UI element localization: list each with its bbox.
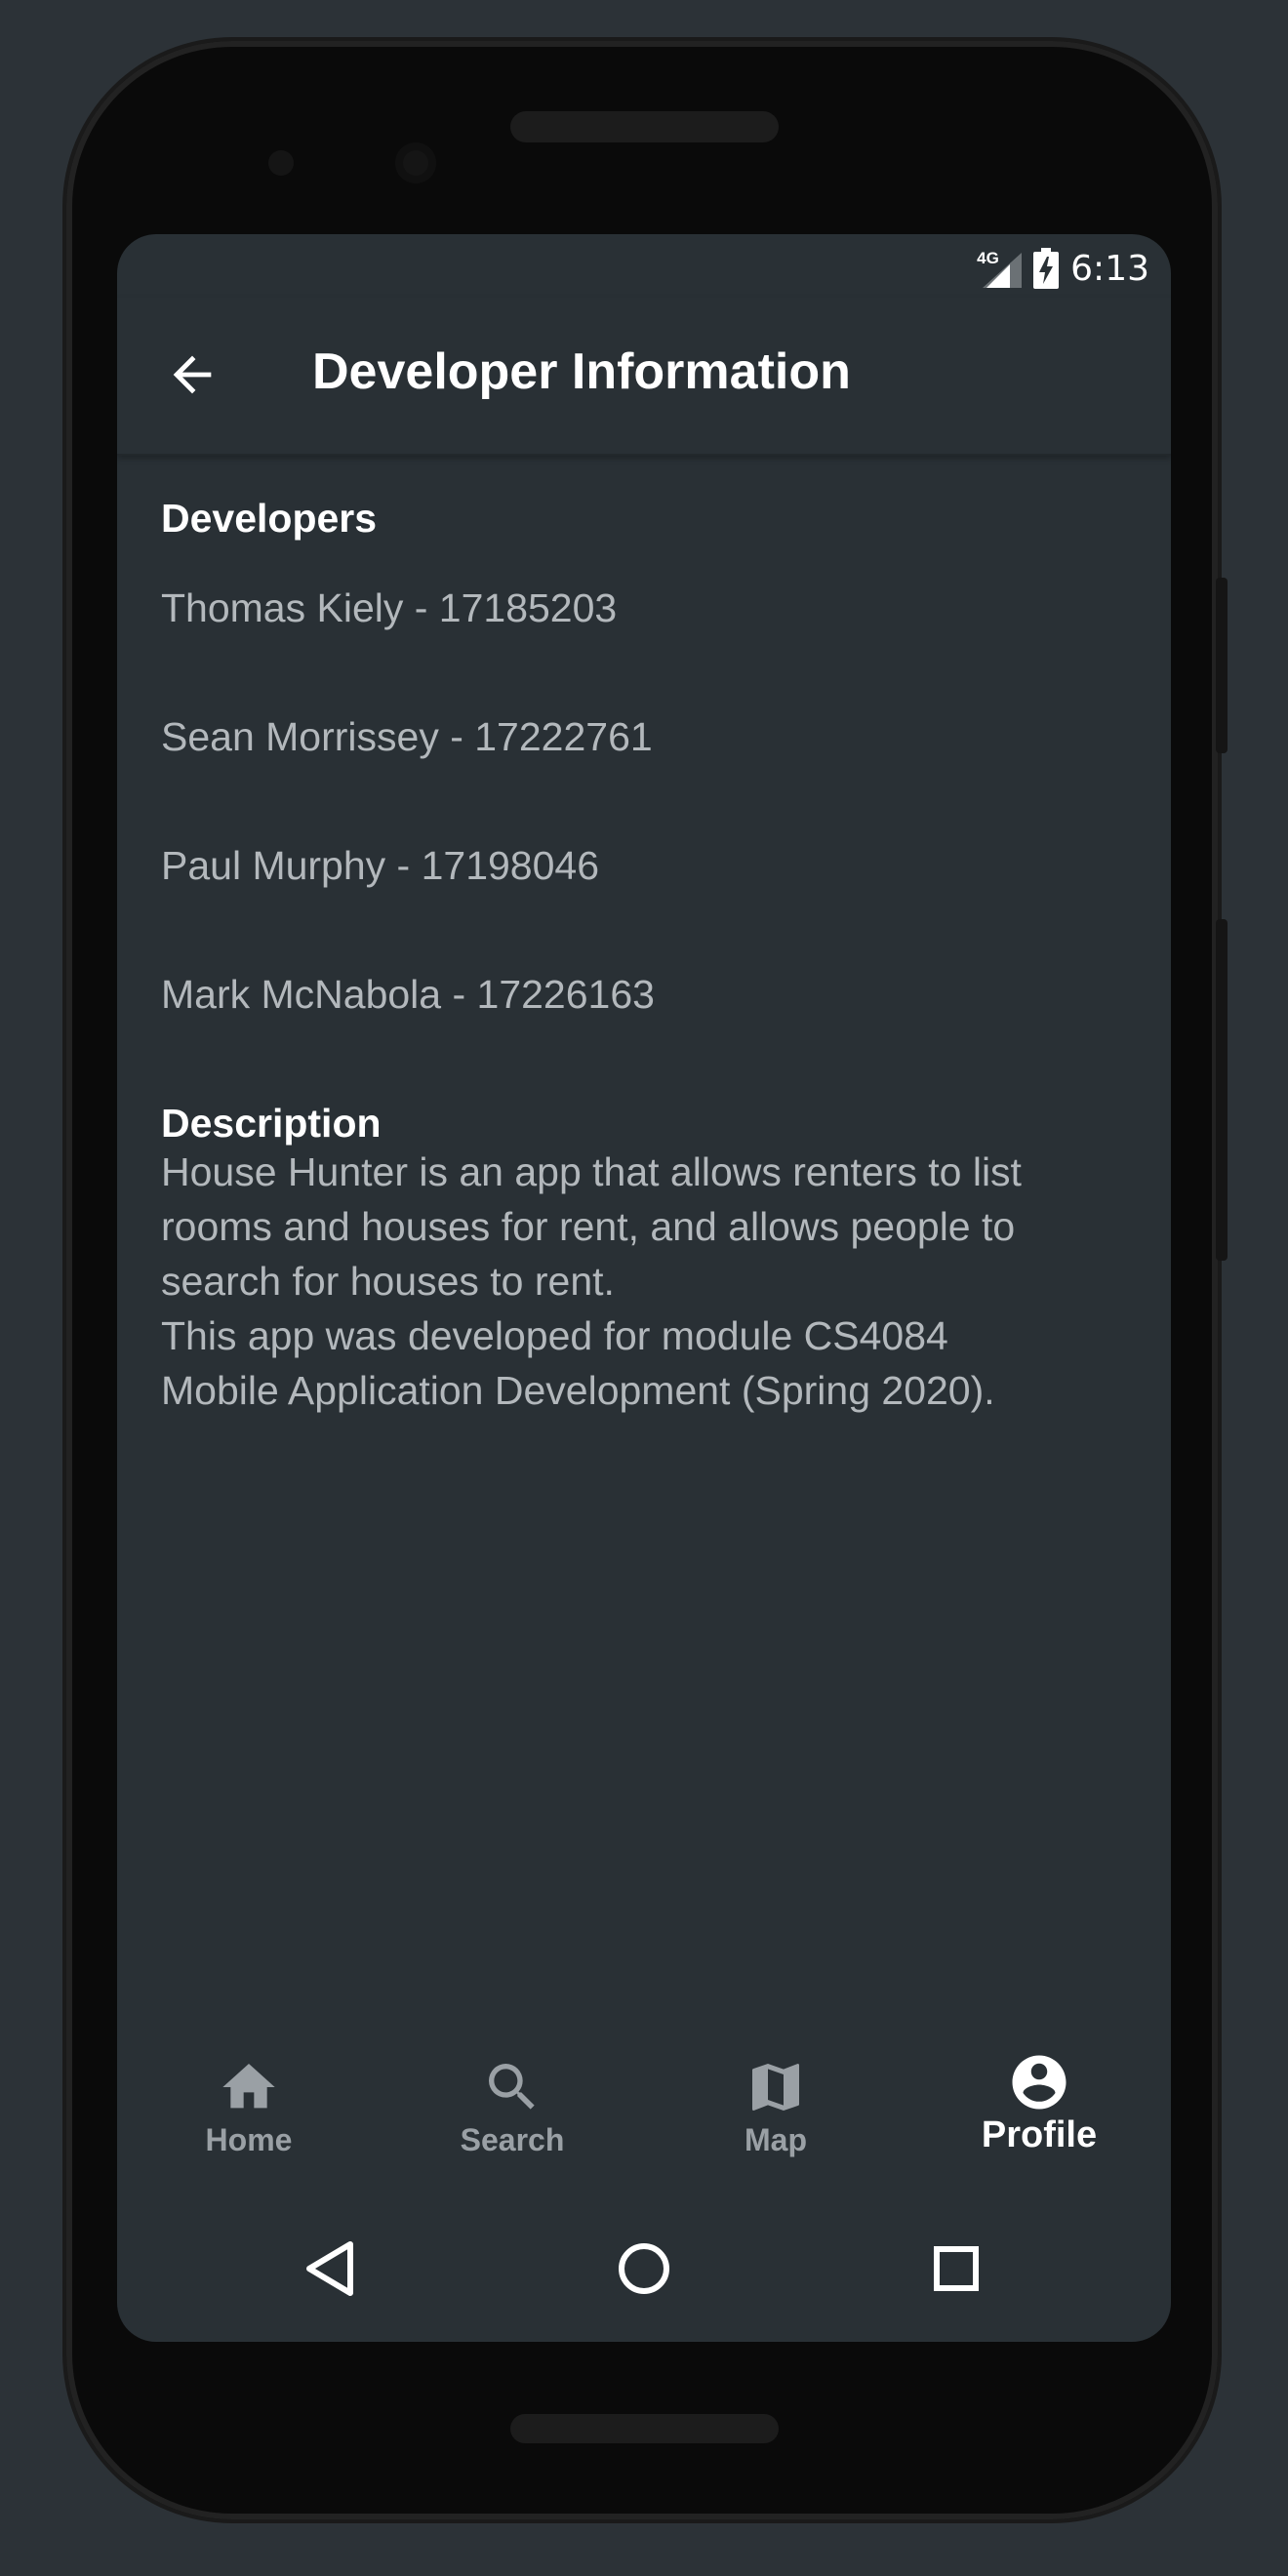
nav-profile-label: Profile (981, 2114, 1098, 2155)
back-arrow-icon[interactable] (164, 346, 221, 403)
app-bar: Developer Information (117, 298, 1171, 456)
map-icon (752, 2064, 799, 2111)
account-circle-icon (1012, 2055, 1067, 2110)
status-bar: 4G 6:13 (977, 244, 1149, 293)
nav-map[interactable]: Map (644, 2044, 907, 2191)
nav-map-label: Map (745, 2122, 807, 2157)
nav-home[interactable]: Home (117, 2044, 381, 2191)
page-title: Developer Information (312, 343, 851, 400)
app-screen: 4G 6:13 Developer Information Developers… (117, 234, 1171, 2342)
clock: 6:13 (1070, 248, 1149, 289)
home-circle-icon[interactable] (610, 2234, 678, 2303)
description-heading: Description (161, 1101, 382, 1146)
front-camera (395, 142, 436, 183)
power-button (1216, 578, 1228, 753)
nav-search[interactable]: Search (381, 2044, 644, 2191)
description-text: House Hunter is an app that allows rente… (161, 1149, 1022, 1413)
nav-home-label: Home (205, 2122, 293, 2157)
home-icon (222, 2064, 275, 2109)
signal-indicator: 4G (977, 249, 1023, 288)
bottom-navigation: Home Search Map Profile (117, 2044, 1171, 2191)
search-icon (489, 2064, 535, 2110)
developer-item: Paul Murphy - 17198046 (161, 843, 600, 888)
developer-item: Mark McNabola - 17226163 (161, 972, 655, 1017)
developers-heading: Developers (161, 496, 378, 541)
cell-signal-icon (983, 253, 1023, 288)
developer-item: Sean Morrissey - 17222761 (161, 714, 653, 759)
bottom-speaker (510, 2414, 779, 2443)
recents-square-icon[interactable] (922, 2234, 990, 2303)
nav-search-label: Search (460, 2122, 565, 2157)
nav-profile[interactable]: Profile (907, 2044, 1171, 2191)
front-sensor (268, 150, 294, 176)
system-navigation-bar (117, 2215, 1171, 2322)
developer-item: Thomas Kiely - 17185203 (161, 585, 618, 630)
battery-charging-icon (1033, 248, 1060, 289)
earpiece-speaker (510, 111, 779, 142)
back-triangle-icon[interactable] (298, 2234, 366, 2303)
volume-buttons (1216, 919, 1228, 1261)
